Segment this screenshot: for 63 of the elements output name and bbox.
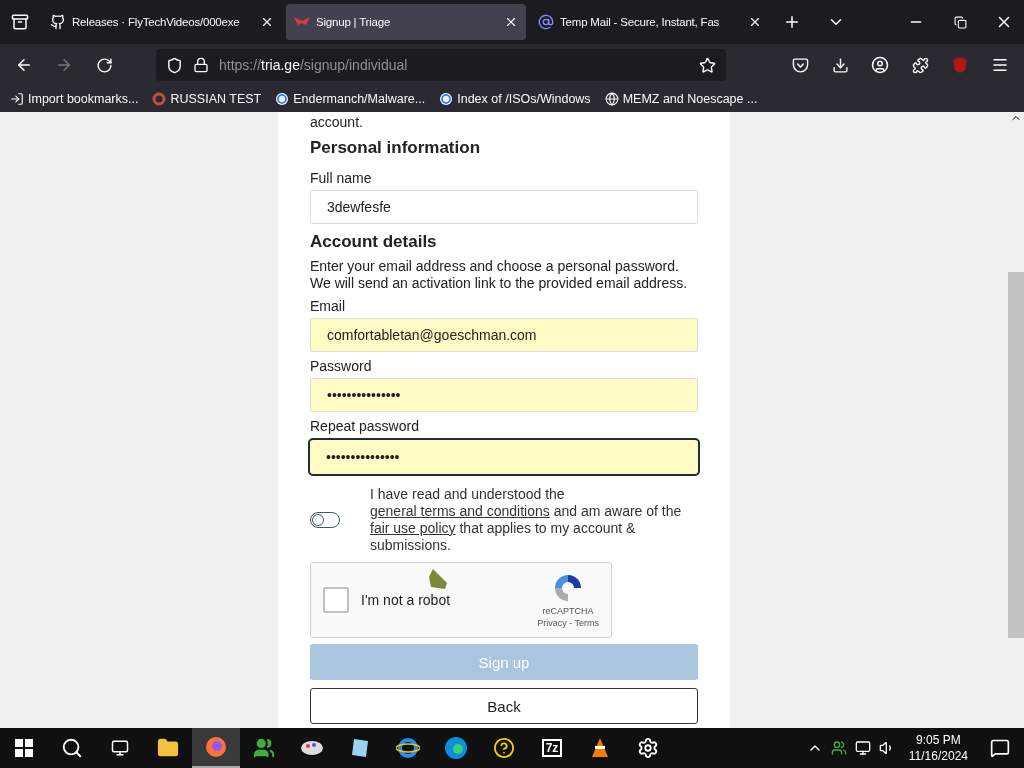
intro-text: account. — [310, 114, 364, 130]
star-icon[interactable] — [699, 56, 716, 74]
terms-toggle[interactable] — [310, 512, 340, 528]
section-heading: Account details — [310, 232, 438, 252]
settings-icon[interactable] — [637, 737, 659, 759]
archive-app-icon[interactable]: 7z — [541, 739, 563, 757]
edge-icon[interactable] — [444, 736, 468, 760]
bookmark-link[interactable]: Import bookmarks... — [28, 92, 139, 106]
notepad-icon[interactable] — [350, 737, 370, 759]
recaptcha-brand: reCAPTCHA — [542, 606, 594, 616]
address-bar[interactable]: https://tria.ge/signup/individual — [156, 49, 726, 81]
section-description: Enter your email address and choose a personal password. We will send an activation link to the provided email address. — [310, 258, 689, 292]
ie-icon[interactable] — [396, 736, 420, 760]
bookmark-link[interactable]: Endermanch/Malware... — [293, 92, 426, 106]
browser-tab[interactable]: Temp Mail - Secure, Instant, Fas — [530, 4, 770, 40]
captcha-checkbox[interactable] — [323, 587, 349, 613]
field-label: Email — [310, 298, 346, 314]
globe-icon — [604, 92, 619, 106]
back-button[interactable]: Back — [310, 688, 698, 724]
field-label: Repeat password — [310, 418, 420, 434]
tab-title: Temp Mail - Secure, Instant, Fas — [560, 16, 721, 28]
clock-date: 11/16/2024 — [908, 748, 968, 764]
clock-time: 9:05 PM — [916, 732, 961, 748]
google-icon — [439, 92, 454, 106]
recaptcha-links[interactable]: Privacy - Terms — [537, 618, 599, 628]
close-icon[interactable] — [748, 15, 762, 29]
help-icon[interactable] — [493, 737, 515, 759]
input-field[interactable]: ••••••••••••••• — [310, 378, 698, 412]
firefox-icon[interactable] — [205, 736, 227, 758]
folder-icon[interactable] — [157, 737, 179, 759]
people-icon[interactable] — [830, 740, 847, 756]
bookmark-link[interactable]: RUSSIAN TEST — [170, 92, 262, 106]
lock-icon — [193, 57, 209, 73]
bookmark-link[interactable]: Index of /ISOs/Windows — [457, 92, 591, 106]
field-label: Password — [310, 358, 373, 374]
google-icon — [275, 92, 290, 106]
github-icon — [50, 14, 66, 30]
import-icon — [10, 92, 24, 106]
terms-link[interactable]: general terms and conditions — [370, 503, 550, 519]
url-text: https://tria.ge/signup/individual — [219, 57, 409, 73]
at-icon — [538, 14, 554, 30]
shield-icon — [166, 56, 183, 74]
people-icon[interactable] — [253, 737, 275, 759]
terms-link[interactable]: fair use policy — [370, 520, 456, 536]
close-icon[interactable] — [504, 15, 518, 29]
network-icon[interactable] — [854, 740, 871, 756]
browser-tab[interactable]: Releases · FlyTechVideos/000exe — [42, 4, 282, 40]
captcha-label: I'm not a robot — [361, 592, 452, 608]
terms-text: I have read and understood the general terms and conditions and am aware of the fair use policy that applies to my account & submissions. — [370, 486, 683, 554]
ring-icon — [152, 92, 167, 106]
input-field[interactable]: comfortabletan@goeschman.com — [310, 318, 698, 352]
tab-title: Releases · FlyTechVideos/000exe — [72, 16, 241, 28]
cone-icon[interactable] — [590, 737, 610, 759]
palette-icon[interactable] — [300, 738, 324, 758]
browser-tab[interactable]: Signup | Triage — [286, 4, 526, 40]
close-icon[interactable] — [260, 15, 274, 29]
section-heading: Personal information — [310, 138, 482, 158]
input-field[interactable]: ••••••••••••••• — [308, 438, 700, 476]
logo-icon — [294, 17, 310, 27]
input-field[interactable]: 3dewfesfe — [310, 190, 698, 224]
tab-title: Signup | Triage — [316, 16, 392, 28]
field-label: Full name — [310, 170, 373, 186]
bookmark-link[interactable]: MEMZ and Noescape ... — [622, 92, 758, 106]
